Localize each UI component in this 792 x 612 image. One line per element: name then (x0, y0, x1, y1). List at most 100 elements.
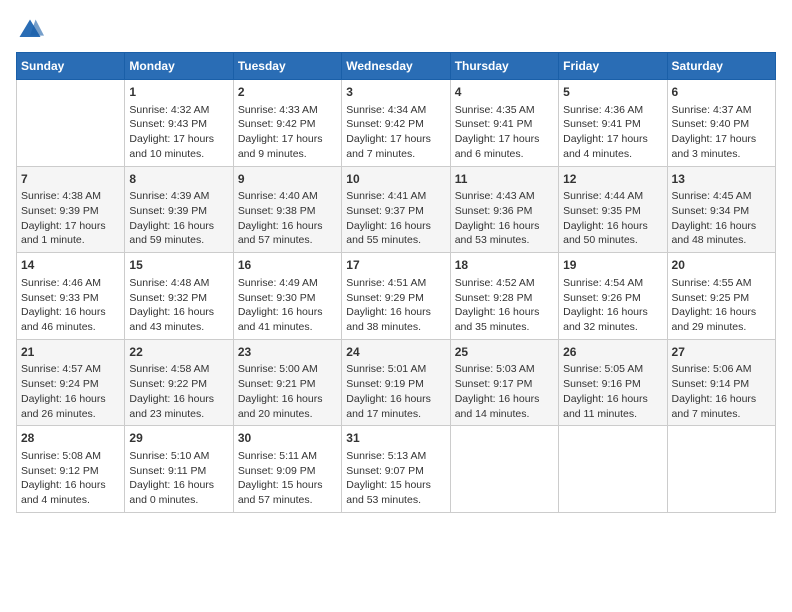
calendar-table: SundayMondayTuesdayWednesdayThursdayFrid… (16, 52, 776, 513)
day-info: Sunrise: 4:54 AMSunset: 9:26 PMDaylight:… (563, 276, 662, 335)
day-info: Sunrise: 4:45 AMSunset: 9:34 PMDaylight:… (672, 189, 771, 248)
day-info: Sunrise: 4:46 AMSunset: 9:33 PMDaylight:… (21, 276, 120, 335)
day-info: Sunrise: 4:33 AMSunset: 9:42 PMDaylight:… (238, 103, 337, 162)
day-info: Sunrise: 4:35 AMSunset: 9:41 PMDaylight:… (455, 103, 554, 162)
day-number: 9 (238, 171, 337, 188)
header-row: SundayMondayTuesdayWednesdayThursdayFrid… (17, 53, 776, 80)
day-info: Sunrise: 5:06 AMSunset: 9:14 PMDaylight:… (672, 362, 771, 421)
day-cell: 10Sunrise: 4:41 AMSunset: 9:37 PMDayligh… (342, 166, 450, 253)
day-cell: 2Sunrise: 4:33 AMSunset: 9:42 PMDaylight… (233, 80, 341, 167)
day-info: Sunrise: 5:11 AMSunset: 9:09 PMDaylight:… (238, 449, 337, 508)
day-cell: 26Sunrise: 5:05 AMSunset: 9:16 PMDayligh… (559, 339, 667, 426)
week-row-3: 14 Sunrise: 4:46 AMSunset: 9:33 PMDayligh… (17, 253, 776, 340)
week-row-1: 1 Sunrise: 4:32 AMSunset: 9:43 PMDaylight… (17, 80, 776, 167)
day-number: 22 (129, 344, 228, 361)
day-cell: 13Sunrise: 4:45 AMSunset: 9:34 PMDayligh… (667, 166, 775, 253)
day-cell: 4Sunrise: 4:35 AMSunset: 9:41 PMDaylight… (450, 80, 558, 167)
day-number: 17 (346, 257, 445, 274)
day-info: Sunrise: 5:00 AMSunset: 9:21 PMDaylight:… (238, 362, 337, 421)
logo-icon (16, 16, 44, 44)
header-day-friday: Friday (559, 53, 667, 80)
day-cell: 5 Sunrise: 4:36 AMSunset: 9:41 PMDaylight… (559, 80, 667, 167)
header-day-saturday: Saturday (667, 53, 775, 80)
day-cell: 16 Sunrise: 4:49 AMSunset: 9:30 PMDayligh… (233, 253, 341, 340)
day-cell: 28Sunrise: 5:08 AMSunset: 9:12 PMDayligh… (17, 426, 125, 513)
week-row-4: 21Sunrise: 4:57 AMSunset: 9:24 PMDayligh… (17, 339, 776, 426)
day-info: Sunrise: 4:37 AMSunset: 9:40 PMDaylight:… (672, 103, 771, 162)
day-info: Sunrise: 4:58 AMSunset: 9:22 PMDaylight:… (129, 362, 228, 421)
day-cell: 14 Sunrise: 4:46 AMSunset: 9:33 PMDayligh… (17, 253, 125, 340)
day-cell: 9Sunrise: 4:40 AMSunset: 9:38 PMDaylight… (233, 166, 341, 253)
day-cell: 20 Sunrise: 4:55 AMSunset: 9:25 PMDayligh… (667, 253, 775, 340)
day-number: 20 (672, 257, 771, 274)
day-info: Sunrise: 5:03 AMSunset: 9:17 PMDaylight:… (455, 362, 554, 421)
day-cell: 1 Sunrise: 4:32 AMSunset: 9:43 PMDaylight… (125, 80, 233, 167)
day-number: 13 (672, 171, 771, 188)
day-info: Sunrise: 5:10 AMSunset: 9:11 PMDaylight:… (129, 449, 228, 508)
day-number: 23 (238, 344, 337, 361)
day-number: 21 (21, 344, 120, 361)
day-info: Sunrise: 5:01 AMSunset: 9:19 PMDaylight:… (346, 362, 445, 421)
day-cell: 11Sunrise: 4:43 AMSunset: 9:36 PMDayligh… (450, 166, 558, 253)
day-number: 25 (455, 344, 554, 361)
day-cell: 18 Sunrise: 4:52 AMSunset: 9:28 PMDayligh… (450, 253, 558, 340)
day-number: 14 (21, 257, 120, 274)
day-cell: 25Sunrise: 5:03 AMSunset: 9:17 PMDayligh… (450, 339, 558, 426)
day-cell: 24Sunrise: 5:01 AMSunset: 9:19 PMDayligh… (342, 339, 450, 426)
day-info: Sunrise: 4:55 AMSunset: 9:25 PMDaylight:… (672, 276, 771, 335)
day-info: Sunrise: 5:13 AMSunset: 9:07 PMDaylight:… (346, 449, 445, 508)
day-number: 3 (346, 84, 445, 101)
day-number: 24 (346, 344, 445, 361)
day-info: Sunrise: 4:34 AMSunset: 9:42 PMDaylight:… (346, 103, 445, 162)
day-cell: 15 Sunrise: 4:48 AMSunset: 9:32 PMDayligh… (125, 253, 233, 340)
day-cell: 31 Sunrise: 5:13 AMSunset: 9:07 PMDayligh… (342, 426, 450, 513)
day-info: Sunrise: 5:05 AMSunset: 9:16 PMDaylight:… (563, 362, 662, 421)
day-cell: 6 Sunrise: 4:37 AMSunset: 9:40 PMDaylight… (667, 80, 775, 167)
day-cell: 7Sunrise: 4:38 AMSunset: 9:39 PMDaylight… (17, 166, 125, 253)
day-cell (17, 80, 125, 167)
day-info: Sunrise: 4:39 AMSunset: 9:39 PMDaylight:… (129, 189, 228, 248)
day-number: 15 (129, 257, 228, 274)
day-cell (450, 426, 558, 513)
day-info: Sunrise: 4:40 AMSunset: 9:38 PMDaylight:… (238, 189, 337, 248)
day-cell: 30Sunrise: 5:11 AMSunset: 9:09 PMDayligh… (233, 426, 341, 513)
day-info: Sunrise: 4:52 AMSunset: 9:28 PMDaylight:… (455, 276, 554, 335)
day-cell: 29 Sunrise: 5:10 AMSunset: 9:11 PMDayligh… (125, 426, 233, 513)
day-cell: 19 Sunrise: 4:54 AMSunset: 9:26 PMDayligh… (559, 253, 667, 340)
day-cell: 23Sunrise: 5:00 AMSunset: 9:21 PMDayligh… (233, 339, 341, 426)
day-number: 10 (346, 171, 445, 188)
day-number: 5 (563, 84, 662, 101)
day-number: 18 (455, 257, 554, 274)
day-info: Sunrise: 4:38 AMSunset: 9:39 PMDaylight:… (21, 189, 120, 248)
day-info: Sunrise: 4:57 AMSunset: 9:24 PMDaylight:… (21, 362, 120, 421)
day-cell: 12Sunrise: 4:44 AMSunset: 9:35 PMDayligh… (559, 166, 667, 253)
header-day-sunday: Sunday (17, 53, 125, 80)
day-number: 11 (455, 171, 554, 188)
day-number: 7 (21, 171, 120, 188)
header-day-monday: Monday (125, 53, 233, 80)
header-day-wednesday: Wednesday (342, 53, 450, 80)
day-number: 19 (563, 257, 662, 274)
day-number: 31 (346, 430, 445, 447)
day-cell: 17Sunrise: 4:51 AMSunset: 9:29 PMDayligh… (342, 253, 450, 340)
day-cell (559, 426, 667, 513)
day-info: Sunrise: 4:41 AMSunset: 9:37 PMDaylight:… (346, 189, 445, 248)
day-cell: 21Sunrise: 4:57 AMSunset: 9:24 PMDayligh… (17, 339, 125, 426)
day-number: 26 (563, 344, 662, 361)
day-number: 29 (129, 430, 228, 447)
day-info: Sunrise: 4:36 AMSunset: 9:41 PMDaylight:… (563, 103, 662, 162)
day-cell: 3 Sunrise: 4:34 AMSunset: 9:42 PMDaylight… (342, 80, 450, 167)
day-number: 12 (563, 171, 662, 188)
day-info: Sunrise: 4:49 AMSunset: 9:30 PMDaylight:… (238, 276, 337, 335)
week-row-2: 7Sunrise: 4:38 AMSunset: 9:39 PMDaylight… (17, 166, 776, 253)
day-number: 16 (238, 257, 337, 274)
day-number: 28 (21, 430, 120, 447)
day-number: 1 (129, 84, 228, 101)
logo (16, 16, 48, 44)
day-info: Sunrise: 4:48 AMSunset: 9:32 PMDaylight:… (129, 276, 228, 335)
day-info: Sunrise: 4:32 AMSunset: 9:43 PMDaylight:… (129, 103, 228, 162)
header-day-tuesday: Tuesday (233, 53, 341, 80)
day-number: 6 (672, 84, 771, 101)
header-day-thursday: Thursday (450, 53, 558, 80)
day-cell: 8Sunrise: 4:39 AMSunset: 9:39 PMDaylight… (125, 166, 233, 253)
